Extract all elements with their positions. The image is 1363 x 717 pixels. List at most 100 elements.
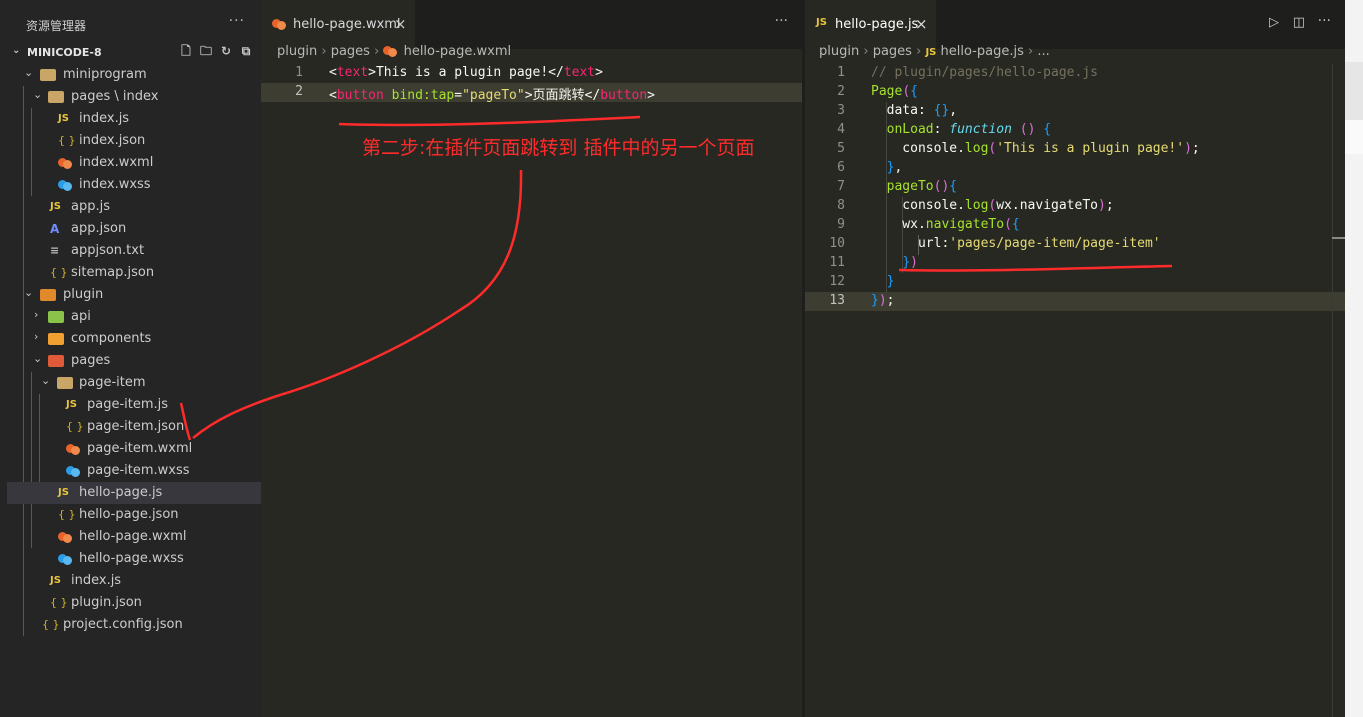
adjacent-window-strip — [1345, 0, 1363, 717]
collapse-all-icon[interactable]: ⧉ — [239, 44, 253, 58]
close-icon[interactable]: × — [394, 15, 407, 33]
breadcrumb-item[interactable]: hello-page.js — [941, 44, 1024, 59]
tree-file-page-item-js[interactable]: JS page-item.js — [0, 394, 261, 416]
wxml-file-icon — [66, 441, 80, 457]
tab-hello-page-wxml[interactable]: hello-page.wxml × — [261, 0, 415, 49]
tree-item-label: project.config.json — [63, 617, 183, 632]
tree-file-app-js[interactable]: JS app.js — [0, 196, 261, 218]
tree-file-project-config-json[interactable]: { } project.config.json — [0, 614, 261, 636]
wxml-file-icon — [383, 45, 399, 57]
pages-folder-icon — [48, 353, 64, 369]
json-file-icon: { } — [58, 508, 76, 521]
line-number: 11 — [829, 255, 845, 270]
tree-folder-miniprogram[interactable]: ⌄ miniprogram — [0, 64, 261, 86]
close-icon[interactable]: × — [915, 15, 928, 33]
run-icon[interactable]: ▷ — [1269, 15, 1279, 30]
line-number: 3 — [837, 103, 845, 118]
code-line: wx.navigateTo({ — [871, 217, 1020, 232]
breadcrumb-item[interactable]: pages — [873, 44, 912, 59]
tree-file-hello-page-js[interactable]: JS hello-page.js — [7, 482, 261, 504]
js-file-icon: JS — [925, 47, 937, 58]
code-line: Page({ — [871, 84, 918, 99]
tree-item-label: page-item.json — [87, 419, 185, 434]
code-line: }, — [886, 160, 903, 175]
tree-file-plugin-json[interactable]: { } plugin.json — [0, 592, 261, 614]
breadcrumb-item[interactable]: plugin — [819, 44, 859, 59]
scrollbar-thumb[interactable] — [1332, 237, 1345, 239]
workspace-section[interactable]: ⌄ MINICODE-8 🗋 🗀 ↻ ⧉ — [0, 42, 261, 64]
split-editor-icon[interactable]: ◫ — [1293, 15, 1305, 30]
breadcrumb-item[interactable]: ... — [1037, 44, 1049, 59]
breadcrumb-item[interactable]: pages — [331, 44, 370, 59]
tree-folder-components[interactable]: › components — [0, 328, 261, 350]
tree-folder-plugin[interactable]: ⌄ plugin — [0, 284, 261, 306]
folder-open-icon — [57, 375, 73, 391]
tree-file-page-item-json[interactable]: { } page-item.json — [0, 416, 261, 438]
tab-bar: JS hello-page.js × ▷ ◫ ··· — [805, 0, 1345, 49]
breadcrumb-item[interactable]: plugin — [277, 44, 317, 59]
tree-file-sitemap-json[interactable]: { } sitemap.json — [0, 262, 261, 284]
tree-file-plugin-index-js[interactable]: JS index.js — [0, 570, 261, 592]
app-json-icon: A — [50, 222, 60, 236]
tree-file-hello-page-wxss[interactable]: hello-page.wxss — [0, 548, 261, 570]
tree-file-page-item-wxss[interactable]: page-item.wxss — [0, 460, 261, 482]
code-line: pageTo(){ — [886, 179, 958, 194]
more-actions-icon[interactable]: ··· — [775, 13, 788, 29]
chevron-right-icon: › — [34, 330, 39, 343]
wxml-file-icon — [58, 529, 72, 545]
chevron-down-icon: ⌄ — [41, 374, 51, 387]
tree-item-label: index.json — [79, 133, 146, 148]
code-line: url:'pages/page-item/page-item' — [871, 236, 1161, 251]
tree-item-label: hello-page.json — [79, 507, 179, 522]
tree-folder-page-item[interactable]: ⌄ page-item — [0, 372, 261, 394]
wxml-file-icon — [272, 17, 288, 31]
tree-file-appjson-txt[interactable]: ≡ appjson.txt — [0, 240, 261, 262]
tree-folder-pages-index[interactable]: ⌄ pages \ index — [0, 86, 261, 108]
line-number: 2 — [837, 84, 845, 99]
tree-file-hello-page-wxml[interactable]: hello-page.wxml — [0, 526, 261, 548]
line-number: 2 — [295, 84, 303, 99]
chevron-right-icon: › — [863, 44, 873, 59]
chevron-down-icon: ⌄ — [33, 88, 43, 101]
breadcrumb-item[interactable]: hello-page.wxml — [404, 44, 512, 59]
tree-file-index-js[interactable]: JS index.js — [0, 108, 261, 130]
code-line: onLoad: function () { — [886, 122, 1052, 137]
chevron-right-icon: › — [321, 44, 331, 59]
tree-item-label: index.js — [71, 573, 122, 588]
folder-open-icon — [40, 67, 56, 83]
annotation-text: 第二步:在插件页面跳转到 插件中的另一个页面 — [362, 137, 755, 159]
tree-file-index-json[interactable]: { } index.json — [0, 130, 261, 152]
tab-label: hello-page.wxml — [293, 17, 401, 32]
tree-file-index-wxml[interactable]: index.wxml — [0, 152, 261, 174]
tree-file-app-json[interactable]: A app.json — [0, 218, 261, 240]
tab-label: hello-page.js — [835, 17, 919, 32]
new-file-icon[interactable]: 🗋 — [179, 44, 193, 58]
js-file-icon: JS — [50, 201, 61, 212]
editor-group-right: JS hello-page.js × ▷ ◫ ··· plugin › page… — [805, 0, 1345, 717]
tree-folder-api[interactable]: › api — [0, 306, 261, 328]
scrollbar-track[interactable] — [1332, 64, 1333, 717]
more-actions-icon[interactable]: ··· — [229, 13, 245, 29]
tree-folder-pages[interactable]: ⌄ pages — [0, 350, 261, 372]
chevron-down-icon[interactable]: ⌄ — [12, 45, 20, 56]
tree-item-label: components — [71, 331, 152, 346]
tree-item-label: plugin.json — [71, 595, 142, 610]
tree-file-hello-page-json[interactable]: { } hello-page.json — [0, 504, 261, 526]
line-number: 12 — [829, 274, 845, 289]
text-file-icon: ≡ — [50, 244, 60, 257]
chevron-down-icon: ⌄ — [33, 352, 43, 365]
tree-file-page-item-wxml[interactable]: page-item.wxml — [0, 438, 261, 460]
tree-item-label: page-item.wxml — [87, 441, 193, 456]
refresh-icon[interactable]: ↻ — [219, 44, 233, 58]
wxml-file-icon — [58, 155, 72, 171]
js-file-icon: JS — [58, 113, 69, 124]
line-number: 4 — [837, 122, 845, 137]
js-file-icon: JS — [58, 487, 69, 498]
wxss-file-icon — [66, 463, 80, 479]
chevron-right-icon: › — [1028, 44, 1038, 59]
tree-file-index-wxss[interactable]: index.wxss — [0, 174, 261, 196]
more-actions-icon[interactable]: ··· — [1318, 13, 1331, 29]
file-tree: ⌄ miniprogram ⌄ pages \ index JS index.j… — [0, 64, 261, 636]
new-folder-icon[interactable]: 🗀 — [199, 44, 213, 58]
tab-hello-page-js[interactable]: JS hello-page.js × — [805, 0, 936, 49]
